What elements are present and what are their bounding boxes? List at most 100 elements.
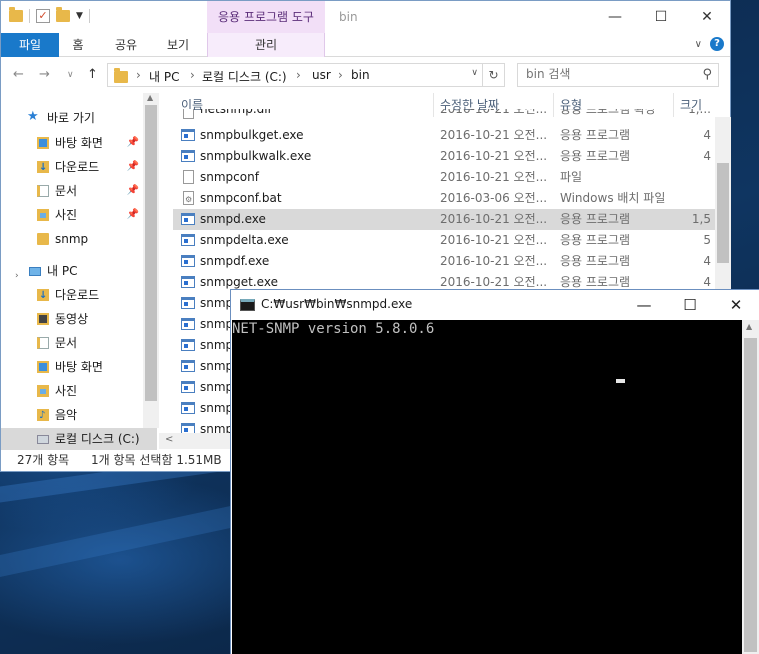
nav-local-disk[interactable]: 로컬 디스크 (C:): [1, 428, 157, 450]
table-row[interactable]: snmpbulkwalk.exe 2016-10-21 오전... 응용 프로그…: [173, 146, 715, 167]
search-box[interactable]: ⚲: [517, 63, 719, 87]
console-output[interactable]: NET-SNMP version 5.8.0.6: [232, 320, 742, 654]
scrollbar-thumb[interactable]: [744, 338, 757, 652]
nav-downloads[interactable]: 다운로드 📌: [1, 156, 143, 178]
nav-pc-music[interactable]: 음악: [1, 404, 143, 426]
nav-pc-videos[interactable]: 동영상: [1, 308, 143, 330]
address-dropdown-icon[interactable]: ∨: [471, 68, 478, 78]
address-bar[interactable]: › 내 PC › 로컬 디스크 (C:) › usr › bin ∨ ↻: [107, 63, 505, 87]
nav-pc-pictures[interactable]: 사진: [1, 380, 143, 402]
console-scrollbar[interactable]: ▲: [742, 320, 759, 654]
file-size: 5: [703, 233, 711, 247]
nav-snmp[interactable]: snmp: [1, 228, 143, 250]
pictures-icon: [37, 209, 49, 221]
desktop-icon: [37, 361, 49, 373]
navigation-pane: ★ 바로 가기 바탕 화면 📌 다운로드 📌 문서 📌 사진 📌 snmp: [1, 93, 159, 450]
breadcrumb-drive[interactable]: 로컬 디스크 (C:): [202, 68, 287, 85]
table-row[interactable]: snmpconf 2016-10-21 오전... 파일: [173, 167, 715, 188]
tab-share[interactable]: 공유: [107, 33, 145, 57]
breadcrumb-separator: ›: [190, 68, 195, 82]
search-input[interactable]: [526, 67, 686, 81]
tab-home[interactable]: 홈: [59, 33, 97, 57]
file-type: 응용 프로그램 확장: [560, 109, 656, 116]
exe-file-icon: [181, 402, 195, 414]
file-name: snmpconf.bat: [200, 191, 282, 205]
properties-icon[interactable]: ✓: [36, 9, 50, 23]
exe-file-icon: [181, 297, 195, 309]
address-row: ← → ∨ ↑ › 내 PC › 로컬 디스크 (C:) › usr › bin…: [1, 59, 730, 91]
scroll-left-icon[interactable]: <: [165, 434, 173, 445]
ribbon-tabs: 파일 홈 공유 보기 관리: [1, 33, 730, 57]
console-output-line: NET-SNMP version 5.8.0.6: [232, 321, 435, 337]
refresh-icon[interactable]: ↻: [482, 64, 504, 86]
nav-pc-desktop[interactable]: 바탕 화면: [1, 356, 143, 378]
table-row-selected[interactable]: snmpd.exe 2016-10-21 오전... 응용 프로그램 1,5: [173, 209, 715, 230]
expand-ribbon-icon[interactable]: ∨: [695, 39, 702, 50]
explorer-titlebar[interactable]: ✓ ▼ 응용 프로그램 도구 bin — ☐ ✕: [1, 1, 730, 33]
downloads-icon: [37, 157, 49, 178]
table-row[interactable]: snmpdelta.exe 2016-10-21 오전... 응용 프로그램 5: [173, 230, 715, 251]
file-icon: [183, 170, 194, 184]
breadcrumb-pc[interactable]: 내 PC: [149, 68, 179, 85]
file-date: 2016-10-21 오전...: [440, 128, 548, 142]
table-row[interactable]: netsnmp.dll 2016-10-21 오전... 응용 프로그램 확장 …: [173, 109, 715, 121]
tab-manage[interactable]: 관리: [207, 33, 325, 57]
minimize-icon[interactable]: —: [592, 1, 638, 33]
sort-ascending-icon: ⌃: [299, 93, 307, 96]
nav-quick-access[interactable]: ★ 바로 가기: [1, 107, 143, 129]
file-name: snmpconf: [200, 170, 259, 184]
file-size: 1,...: [688, 109, 711, 116]
scrollbar-thumb[interactable]: [145, 105, 157, 401]
breadcrumb-usr[interactable]: usr: [312, 68, 331, 82]
file-date: 2016-10-21 오전...: [440, 109, 548, 116]
close-icon[interactable]: ✕: [684, 1, 730, 33]
file-type: 응용 프로그램: [560, 254, 631, 268]
forward-icon[interactable]: →: [39, 67, 50, 82]
expand-arrow-icon[interactable]: ›: [15, 265, 19, 282]
table-row[interactable]: snmpdf.exe 2016-10-21 오전... 응용 프로그램 4: [173, 251, 715, 272]
batch-file-icon: [183, 189, 194, 210]
computer-icon: [29, 267, 41, 276]
tab-view[interactable]: 보기: [156, 33, 200, 57]
exe-file-icon: [181, 381, 195, 393]
pin-icon: 📌: [126, 137, 139, 148]
nav-desktop[interactable]: 바탕 화면 📌: [1, 132, 143, 154]
nav-documents[interactable]: 문서 📌: [1, 180, 143, 202]
scroll-up-icon[interactable]: ▲: [147, 93, 153, 102]
breadcrumb-bin[interactable]: bin: [351, 68, 370, 82]
folder-icon: [37, 233, 49, 245]
customize-toolbar-icon[interactable]: ▼: [76, 11, 83, 21]
file-date: 2016-03-06 오전...: [440, 191, 548, 205]
file-size: 4: [703, 128, 711, 142]
file-size: 4: [703, 254, 711, 268]
close-icon[interactable]: ✕: [713, 290, 759, 320]
minimize-icon[interactable]: —: [621, 290, 667, 320]
wallpaper-ray: [0, 505, 235, 577]
table-row[interactable]: snmpconf.bat 2016-03-06 오전... Windows 배치…: [173, 188, 715, 210]
maximize-icon[interactable]: ☐: [638, 1, 684, 33]
back-icon[interactable]: ←: [13, 67, 24, 82]
exe-file-icon: [181, 423, 195, 433]
up-icon[interactable]: ↑: [87, 67, 98, 82]
maximize-icon[interactable]: ☐: [667, 290, 713, 320]
nav-pictures[interactable]: 사진 📌: [1, 204, 143, 226]
pin-icon: 📌: [126, 209, 139, 220]
file-list-horizontal-scrollbar[interactable]: <: [159, 433, 231, 449]
console-titlebar[interactable]: C:₩usr₩bin₩snmpd.exe — ☐ ✕: [231, 290, 759, 320]
recent-locations-icon[interactable]: ∨: [67, 70, 74, 80]
exe-file-icon: [181, 213, 195, 225]
scroll-up-icon[interactable]: ▲: [746, 322, 752, 331]
search-icon[interactable]: ⚲: [702, 67, 712, 82]
tab-file[interactable]: 파일: [1, 33, 59, 57]
new-folder-icon[interactable]: [56, 7, 70, 22]
console-app-icon[interactable]: [240, 299, 255, 311]
help-icon[interactable]: ?: [710, 37, 724, 51]
nav-item-label: 바탕 화면: [55, 360, 103, 374]
exe-file-icon: [181, 339, 195, 351]
nav-scrollbar[interactable]: ▲: [143, 93, 159, 428]
nav-this-pc[interactable]: › 내 PC: [1, 260, 143, 282]
nav-pc-downloads[interactable]: 다운로드: [1, 284, 143, 306]
table-row[interactable]: snmpbulkget.exe 2016-10-21 오전... 응용 프로그램…: [173, 125, 715, 146]
scrollbar-thumb[interactable]: [717, 163, 729, 263]
nav-pc-documents[interactable]: 문서: [1, 332, 143, 354]
